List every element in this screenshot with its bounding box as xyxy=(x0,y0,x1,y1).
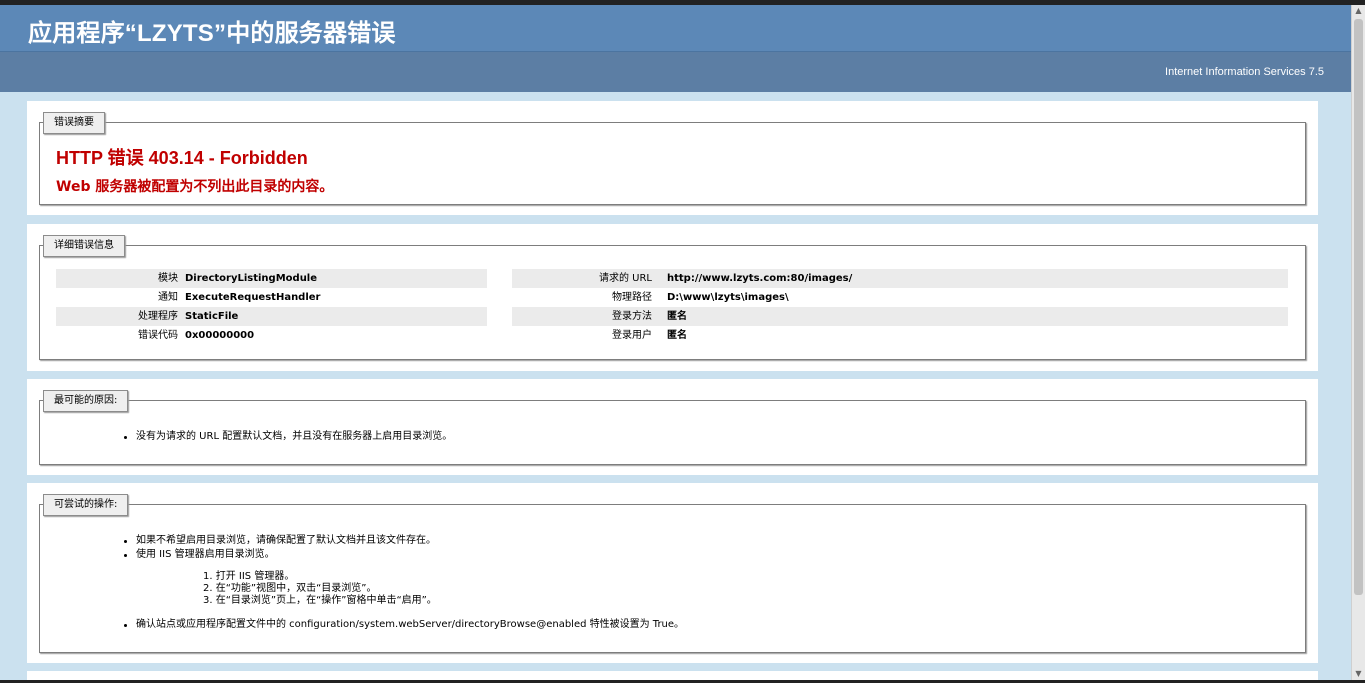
detail-label: 处理程序 xyxy=(138,311,178,322)
detail-row-error-code: 错误代码 0x00000000 xyxy=(56,326,487,345)
list-item: 如果不希望启用目录浏览，请确保配置了默认文档并且该文件存在。 xyxy=(122,534,436,548)
iis-steps-list: 1. 打开 IIS 管理器。 2. 在“功能”视图中，双击“目录浏览”。 3. … xyxy=(203,571,437,607)
likely-causes-panel: 没有为请求的 URL 配置默认文档，并且没有在服务器上启用目录浏览。 最可能的原… xyxy=(27,379,1318,475)
causes-list: 没有为请求的 URL 配置默认文档，并且没有在服务器上启用目录浏览。 xyxy=(122,430,452,444)
next-panel-edge xyxy=(27,671,1318,680)
detail-row-request-url: 请求的 URL http://www.lzyts.com:80/images/ xyxy=(512,269,1288,288)
actions-list-final: 确认站点或应用程序配置文件中的 configuration/system.web… xyxy=(122,618,684,632)
things-to-try-frame: 如果不希望启用目录浏览，请确保配置了默认文档并且该文件存在。 使用 IIS 管理… xyxy=(39,504,1306,653)
error-message: Web 服务器被配置为不列出此目录的内容。 xyxy=(56,179,334,195)
server-banner: Internet Information Services 7.5 xyxy=(0,52,1352,92)
list-item: 确认站点或应用程序配置文件中的 configuration/system.web… xyxy=(122,618,684,632)
scroll-up-arrow-icon[interactable]: ▲ xyxy=(1352,5,1365,17)
page-title: 应用程序“LZYTS”中的服务器错误 xyxy=(28,20,396,47)
scroll-down-arrow-icon[interactable]: ▼ xyxy=(1352,668,1365,680)
scrollbar-thumb[interactable] xyxy=(1354,19,1363,595)
detail-label: 请求的 URL xyxy=(598,273,652,284)
actions-list: 如果不希望启用目录浏览，请确保配置了默认文档并且该文件存在。 使用 IIS 管理… xyxy=(122,534,436,562)
detail-value: 匿名 xyxy=(667,311,687,322)
detail-value: DirectoryListingModule xyxy=(185,273,318,284)
detail-label: 模块 xyxy=(158,273,178,284)
likely-causes-frame: 没有为请求的 URL 配置默认文档，并且没有在服务器上启用目录浏览。 xyxy=(39,400,1306,465)
detail-row-logon-method: 登录方法 匿名 xyxy=(512,307,1288,326)
detail-label: 登录方法 xyxy=(612,311,652,322)
list-item: 使用 IIS 管理器启用目录浏览。 xyxy=(122,548,436,562)
detail-value: D:\www\lzyts\images\ xyxy=(667,292,789,303)
detail-label: 错误代码 xyxy=(138,330,178,341)
error-summary-legend: 错误摘要 xyxy=(43,112,105,134)
things-to-try-panel: 如果不希望启用目录浏览，请确保配置了默认文档并且该文件存在。 使用 IIS 管理… xyxy=(27,483,1318,663)
detailed-error-frame: 模块 DirectoryListingModule 通知 ExecuteRequ… xyxy=(39,245,1306,360)
likely-causes-legend: 最可能的原因: xyxy=(43,390,129,412)
detail-value: 匿名 xyxy=(667,330,687,341)
things-to-try-legend: 可尝试的操作: xyxy=(43,494,129,516)
list-item: 没有为请求的 URL 配置默认文档，并且没有在服务器上启用目录浏览。 xyxy=(122,430,452,444)
vertical-scrollbar[interactable]: ▲ ▼ xyxy=(1351,5,1365,680)
step-item: 3. 在“目录浏览”页上，在“操作”窗格中单击“启用”。 xyxy=(203,595,437,606)
error-summary-panel: HTTP 错误 403.14 - Forbidden Web 服务器被配置为不列… xyxy=(27,101,1318,215)
page-header: 应用程序“LZYTS”中的服务器错误 xyxy=(0,5,1352,52)
step-item: 1. 打开 IIS 管理器。 xyxy=(203,571,295,582)
detail-row-module: 模块 DirectoryListingModule xyxy=(56,269,487,288)
detail-label: 通知 xyxy=(158,292,178,303)
error-title: HTTP 错误 403.14 - Forbidden xyxy=(56,148,308,168)
detail-row-handler: 处理程序 StaticFile xyxy=(56,307,487,326)
detail-row-physical-path: 物理路径 D:\www\lzyts\images\ xyxy=(512,288,1288,307)
error-summary-frame: HTTP 错误 403.14 - Forbidden Web 服务器被配置为不列… xyxy=(39,122,1306,205)
detail-label: 物理路径 xyxy=(612,292,652,303)
detail-value: 0x00000000 xyxy=(185,330,255,341)
server-name: Internet Information Services 7.5 xyxy=(1165,66,1324,78)
detail-value: ExecuteRequestHandler xyxy=(185,292,321,303)
detail-value: StaticFile xyxy=(185,311,239,322)
detailed-error-legend: 详细错误信息 xyxy=(43,235,125,257)
detailed-error-panel: 模块 DirectoryListingModule 通知 ExecuteRequ… xyxy=(27,224,1318,371)
detail-value: http://www.lzyts.com:80/images/ xyxy=(667,273,853,284)
detail-row-logon-user: 登录用户 匿名 xyxy=(512,326,1288,345)
detail-row-notification: 通知 ExecuteRequestHandler xyxy=(56,288,487,307)
step-item: 2. 在“功能”视图中，双击“目录浏览”。 xyxy=(203,583,377,594)
detail-label: 登录用户 xyxy=(612,330,652,341)
